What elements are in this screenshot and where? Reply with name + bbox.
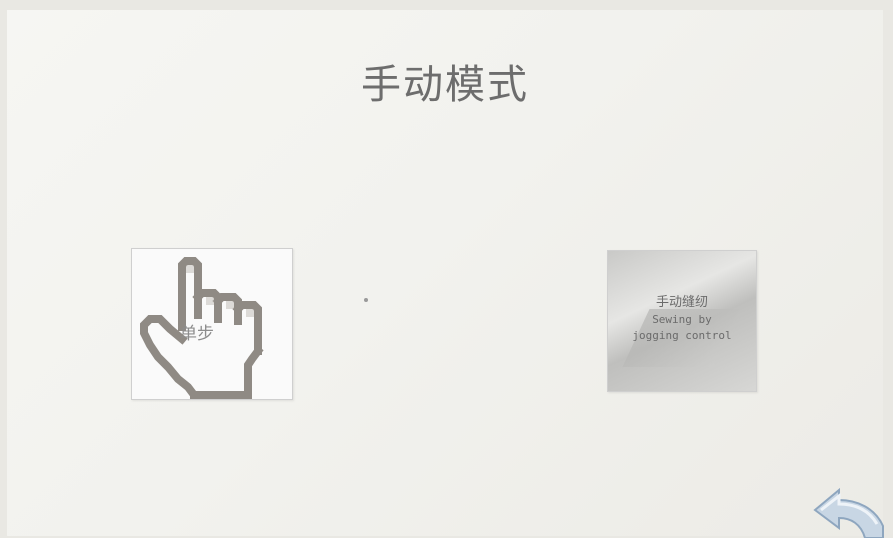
touch-mark <box>364 298 368 302</box>
touch-screen: 手动模式 单步 手动缝纫 Sewing by jogging control <box>7 10 883 536</box>
single-step-button[interactable]: 单步 <box>131 248 293 400</box>
jogging-label-en-line1: Sewing by <box>652 313 712 326</box>
jogging-sewing-button[interactable]: 手动缝纫 Sewing by jogging control <box>607 250 757 392</box>
single-step-label: 单步 <box>180 324 214 344</box>
jogging-label-cn: 手动缝纫 <box>655 295 708 310</box>
jogging-label-en-line2: jogging control <box>632 329 732 342</box>
back-button[interactable] <box>805 468 885 538</box>
page-title: 手动模式 <box>361 62 529 108</box>
back-arrow-icon <box>813 487 884 538</box>
